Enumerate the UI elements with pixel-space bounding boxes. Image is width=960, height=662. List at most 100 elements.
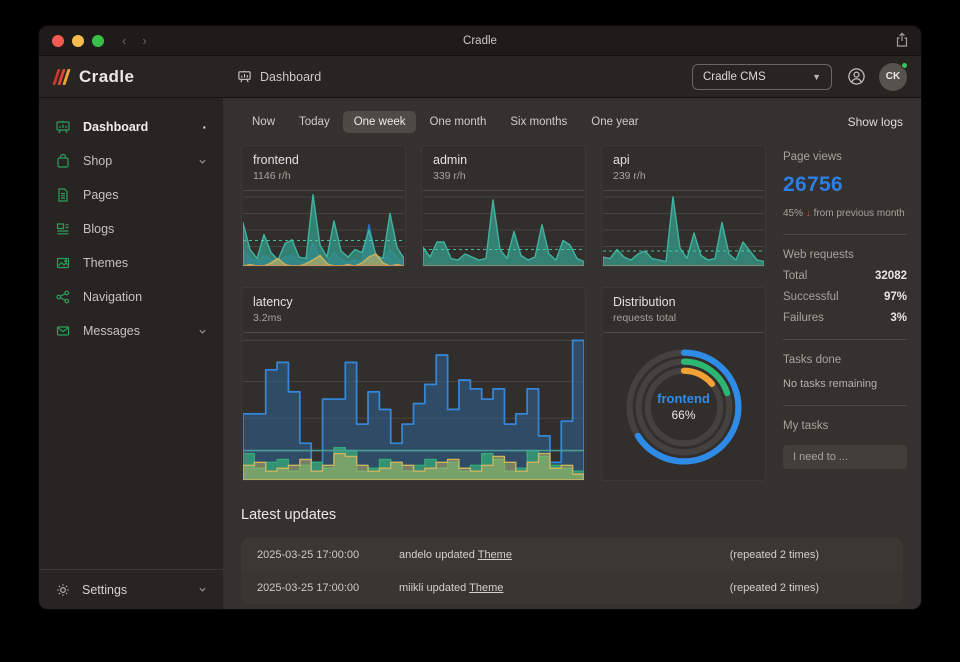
chart-title: frontend (253, 153, 394, 167)
page-views-value: 26756 (783, 173, 907, 197)
update-note: (repeated 2 times) (730, 582, 819, 594)
chart-subtitle: 339 r/h (433, 170, 574, 182)
brand-name: Cradle (79, 67, 134, 87)
image-icon (55, 255, 71, 271)
chart-title: admin (433, 153, 574, 167)
chart-title: latency (253, 295, 574, 309)
sidebar-item-label: Navigation (83, 290, 142, 304)
chevron-down-icon (198, 585, 207, 594)
breadcrumb[interactable]: Dashboard (237, 69, 321, 84)
distribution-chart: Distribution requests total frontend 66% (601, 287, 766, 481)
admin-requests-chart: admin 339 r/h (421, 145, 586, 267)
page-icon (55, 187, 71, 203)
sidebar-item-label: Shop (83, 154, 112, 168)
brand-logo: Cradle (39, 56, 223, 97)
time-range-tabs: Now Today One week One month Six months … (241, 111, 650, 133)
main-content: Now Today One week One month Six months … (223, 98, 921, 609)
sidebar-item-label: Settings (82, 583, 127, 597)
update-row: 2025-03-25 17:00:00 miikli updated Theme… (241, 571, 903, 604)
avatar[interactable]: CK (879, 63, 907, 91)
task-input[interactable] (783, 445, 907, 469)
shop-bag-icon (55, 153, 71, 169)
workspace-select[interactable]: Cradle CMS ▼ (692, 64, 832, 90)
tab-one-month[interactable]: One month (418, 111, 497, 133)
sidebar-item-label: Themes (83, 256, 128, 270)
stat-row-successful: Successful 97% (783, 291, 907, 303)
app-header: Cradle Dashboard Cradle CMS ▼ CK (39, 56, 921, 98)
forward-icon[interactable]: › (142, 33, 146, 48)
app-window: ‹ › Cradle Cradle Dashboard (38, 25, 922, 610)
stats-panel: Page views 26756 45% ↓ from previous mon… (783, 145, 907, 481)
workspace-select-value: Cradle CMS (703, 71, 766, 83)
tab-one-week[interactable]: One week (343, 111, 417, 133)
zoom-button[interactable] (92, 35, 104, 47)
breadcrumb-label: Dashboard (260, 70, 321, 84)
admin-chart-plot (423, 190, 584, 266)
divider (783, 234, 907, 235)
api-chart-plot (603, 190, 764, 266)
my-tasks-label: My tasks (783, 420, 907, 432)
tab-one-year[interactable]: One year (580, 111, 649, 133)
page-views-delta: 45% ↓ from previous month (783, 208, 907, 219)
chart-subtitle: 239 r/h (613, 170, 754, 182)
tab-today[interactable]: Today (288, 111, 341, 133)
traffic-lights (52, 35, 104, 47)
update-row: 2025-03-25 17:00:00 andelo updated Theme… (241, 538, 903, 571)
active-dot: · (202, 122, 207, 132)
triple-stripe-logo-icon (52, 69, 70, 85)
avatar-initials: CK (886, 71, 900, 82)
latest-updates-section: Latest updates 2025-03-25 17:00:00 andel… (241, 507, 903, 604)
sidebar-item-messages[interactable]: Messages (39, 314, 223, 348)
share-icon[interactable] (895, 32, 909, 48)
sidebar-item-dashboard[interactable]: Dashboard · (39, 110, 223, 144)
tab-now[interactable]: Now (241, 111, 286, 133)
divider (783, 405, 907, 406)
sidebar-item-blogs[interactable]: Blogs (39, 212, 223, 246)
envelope-icon (55, 323, 71, 339)
window-title: Cradle (39, 35, 921, 47)
sidebar-item-themes[interactable]: Themes (39, 246, 223, 280)
api-requests-chart: api 239 r/h (601, 145, 766, 267)
show-logs-link[interactable]: Show logs (848, 115, 903, 129)
arrow-down-icon: ↓ (806, 208, 811, 219)
theme-link[interactable]: Theme (469, 582, 503, 594)
sidebar-item-label: Dashboard (83, 120, 148, 134)
dashboard-icon (237, 69, 252, 84)
update-timestamp: 2025-03-25 17:00:00 (257, 582, 375, 594)
share-nodes-icon (55, 289, 71, 305)
sidebar-item-pages[interactable]: Pages (39, 178, 223, 212)
tab-six-months[interactable]: Six months (499, 111, 578, 133)
back-icon[interactable]: ‹ (122, 33, 126, 48)
close-button[interactable] (52, 35, 64, 47)
latest-updates-heading: Latest updates (241, 507, 903, 523)
macos-titlebar: ‹ › Cradle (39, 26, 921, 56)
sidebar-item-label: Messages (83, 324, 140, 338)
sidebar-item-shop[interactable]: Shop (39, 144, 223, 178)
gear-icon (55, 582, 71, 598)
chart-title: api (613, 153, 754, 167)
page-views-label: Page views (783, 151, 907, 163)
distribution-donut: frontend 66% (603, 332, 764, 480)
latency-chart: latency 3.2ms (241, 287, 586, 481)
minimize-button[interactable] (72, 35, 84, 47)
chart-title: Distribution (613, 295, 754, 309)
theme-link[interactable]: Theme (478, 549, 512, 561)
dashboard-icon (55, 119, 71, 135)
stat-row-failures: Failures 3% (783, 312, 907, 324)
chevron-down-icon (198, 327, 207, 336)
web-requests-label: Web requests (783, 249, 907, 261)
sidebar-item-navigation[interactable]: Navigation (39, 280, 223, 314)
sidebar-item-settings[interactable]: Settings (39, 569, 223, 609)
chart-subtitle: requests total (613, 312, 754, 324)
chart-subtitle: 1146 r/h (253, 170, 394, 182)
blog-icon (55, 221, 71, 237)
update-note: (repeated 2 times) (730, 549, 819, 561)
chart-subtitle: 3.2ms (253, 312, 574, 324)
latency-chart-plot (243, 332, 584, 480)
updates-list: 2025-03-25 17:00:00 andelo updated Theme… (241, 538, 903, 604)
update-action: andelo updated Theme (399, 549, 512, 561)
frontend-chart-plot (243, 190, 404, 266)
update-action: miikli updated Theme (399, 582, 503, 594)
person-circle-icon[interactable] (847, 67, 866, 86)
divider (783, 339, 907, 340)
